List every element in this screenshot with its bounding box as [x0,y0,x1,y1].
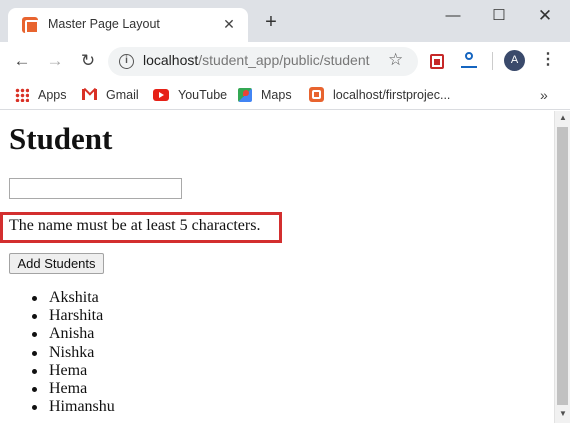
address-bar[interactable]: i localhost/student_app/public/student ☆ [108,47,418,76]
profile-avatar[interactable]: A [504,50,525,71]
xampp-icon [309,87,324,103]
forward-arrow-icon[interactable]: → [43,49,67,73]
apps-grid-icon [15,87,29,102]
list-item: Akshita [30,289,115,307]
minimize-window-button[interactable]: — [430,2,476,30]
maps-icon [238,87,252,102]
site-info-icon[interactable]: i [119,54,134,69]
list-item: Anisha [30,325,115,343]
close-window-button[interactable]: ✕ [522,2,568,30]
bookmark-youtube[interactable]: YouTube [153,85,227,105]
validation-error-message: The name must be at least 5 characters. [9,217,261,234]
browser-tab[interactable]: Master Page Layout ✕ [8,8,248,42]
browser-toolbar: ← → ↻ i localhost/student_app/public/stu… [0,42,570,80]
scrollbar-thumb[interactable] [557,127,568,405]
vertical-scrollbar[interactable]: ▲ ▼ [554,111,570,423]
tab-title: Master Page Layout [48,17,160,31]
page-viewport: Student The name must be at least 5 char… [0,111,554,423]
back-arrow-icon[interactable]: ← [10,49,34,73]
toolbar-divider [492,52,493,70]
bookmark-star-icon[interactable]: ☆ [388,50,403,70]
student-list: Akshita Harshita Anisha Nishka Hema Hema… [30,289,115,416]
bookmark-localhost[interactable]: localhost/firstprojec... [309,85,450,105]
list-item: Himanshu [30,398,115,416]
close-tab-icon[interactable]: ✕ [220,15,238,33]
bookmark-maps[interactable]: Maps [238,85,292,105]
browser-menu-icon[interactable]: ⋮ [540,50,556,70]
scroll-down-icon[interactable]: ▼ [555,407,570,421]
bookmarks-bar: Apps Gmail YouTube Maps localhost/firstp… [0,80,570,110]
xampp-favicon-icon [22,17,39,34]
student-name-input[interactable] [9,178,182,199]
tab-strip: Master Page Layout ✕ + — ☐ ✕ [0,0,570,42]
gmail-icon [82,89,97,101]
youtube-icon [153,88,169,101]
list-item: Hema [30,362,115,380]
scroll-up-icon[interactable]: ▲ [555,111,570,125]
list-item: Harshita [30,307,115,325]
new-tab-button[interactable]: + [260,12,282,34]
extension-red-icon[interactable] [430,54,444,69]
bookmark-apps[interactable]: Apps [15,85,67,105]
bookmarks-overflow-icon[interactable]: » [540,85,548,105]
maximize-window-button[interactable]: ☐ [476,2,522,30]
list-item: Nishka [30,344,115,362]
extension-blue-icon[interactable] [461,52,477,70]
page-title: Student [9,121,113,156]
url-text[interactable]: localhost/student_app/public/student [143,52,383,68]
bookmark-gmail[interactable]: Gmail [82,85,139,105]
reload-icon[interactable]: ↻ [76,49,100,73]
add-students-button[interactable]: Add Students [9,253,104,274]
list-item: Hema [30,380,115,398]
